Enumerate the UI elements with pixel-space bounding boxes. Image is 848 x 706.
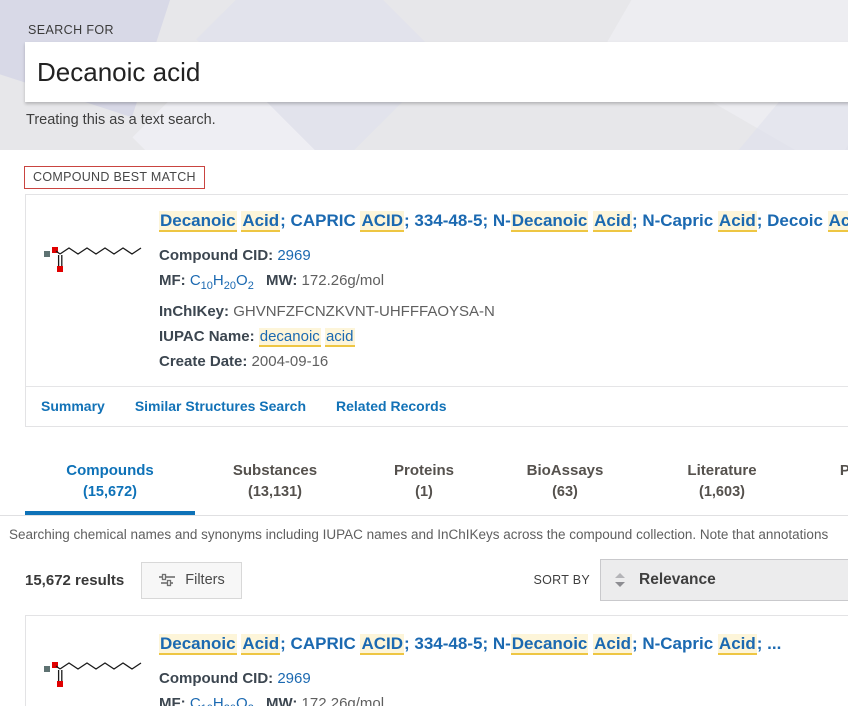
tab-literature[interactable]: Literature(1,603) <box>637 454 807 515</box>
sort-dropdown[interactable]: Relevance <box>600 559 848 601</box>
mw-value: 172.26g/mol <box>302 272 385 289</box>
inchikey-value: GHVNFZFCNZKVNT-UHFFFAOYSA-N <box>233 303 495 320</box>
mw-label: MW: <box>266 695 297 706</box>
best-match-actions: Summary Similar Structures Search Related … <box>26 386 848 426</box>
iupac-name-link[interactable]: decanoic acid <box>259 328 355 347</box>
mf-label: MF: <box>159 695 186 706</box>
structure-column <box>26 616 159 706</box>
tab-substances[interactable]: Substances(13,131) <box>195 454 355 515</box>
result-title-link[interactable]: Decanoic Acid; CAPRIC ACID; 334-48-5; N-… <box>159 631 848 657</box>
best-match-card: Decanoic Acid; CAPRIC ACID; 334-48-5; N-… <box>25 194 848 427</box>
create-date-row: Create Date: 2004-09-16 <box>159 349 848 374</box>
search-for-label: SEARCH FOR <box>28 23 114 37</box>
filter-icon <box>158 573 176 587</box>
tab-proteins[interactable]: Proteins(1) <box>355 454 493 515</box>
tab-count: (1) <box>355 482 493 503</box>
result-card: Decanoic Acid; CAPRIC ACID; 334-48-5; N-… <box>25 615 848 706</box>
tab-compounds[interactable]: Compounds(15,672) <box>25 454 195 515</box>
inchikey-label: InChIKey: <box>159 303 229 320</box>
search-scope-note: Searching chemical names and synonyms in… <box>0 527 848 542</box>
compound-best-match-label: COMPOUND BEST MATCH <box>24 166 205 189</box>
filters-button[interactable]: Filters <box>141 562 241 599</box>
molecule-structure-image <box>43 239 143 275</box>
text-search-note: Treating this as a text search. <box>26 112 216 128</box>
structure-column <box>26 195 159 374</box>
compound-cid-row: Compound CID: 2969 <box>159 666 848 691</box>
summary-link[interactable]: Summary <box>41 398 105 414</box>
mf-mw-row: MF: C10H20O2 MW: 172.26g/mol <box>159 268 848 299</box>
mw-value: 172.26g/mol <box>302 695 385 706</box>
results-count: 15,672 results <box>25 572 124 589</box>
filters-label: Filters <box>185 572 224 588</box>
related-records-link[interactable]: Related Records <box>336 398 446 414</box>
mw-label: MW: <box>266 272 297 289</box>
similar-structures-search-link[interactable]: Similar Structures Search <box>135 398 306 414</box>
create-date-label: Create Date: <box>159 353 247 370</box>
tab-label: Literature <box>637 460 807 482</box>
tab-patents[interactable]: Patents <box>807 454 848 515</box>
tab-label: Substances <box>195 460 355 482</box>
mf-mw-row: MF: C10H20O2 MW: 172.26g/mol <box>159 691 848 706</box>
molecular-formula-link[interactable]: C10H20O2 <box>190 272 254 289</box>
search-header: SEARCH FOR Treating this as a text searc… <box>0 0 848 150</box>
sort-arrows-icon <box>613 572 627 588</box>
tab-label: Proteins <box>355 460 493 482</box>
compound-cid-row: Compound CID: 2969 <box>159 243 848 268</box>
molecule-structure-image <box>43 654 143 690</box>
search-input[interactable] <box>25 42 848 102</box>
tab-count: (15,672) <box>25 482 195 503</box>
results-tabs: Compounds(15,672)Substances(13,131)Prote… <box>0 454 848 516</box>
tab-label: Compounds <box>25 460 195 482</box>
inchikey-row: InChIKey: GHVNFZFCNZKVNT-UHFFFAOYSA-N <box>159 299 848 324</box>
result-title-link[interactable]: Decanoic Acid; CAPRIC ACID; 334-48-5; N-… <box>159 208 848 234</box>
cid-label: Compound CID: <box>159 247 273 264</box>
molecular-formula-link[interactable]: C10H20O2 <box>190 695 254 706</box>
results-bar: 15,672 results Filters SORT BY Relevance <box>0 559 848 601</box>
tab-count: (63) <box>493 482 637 503</box>
create-date-value: 2004-09-16 <box>252 353 329 370</box>
tab-bioassays[interactable]: BioAssays(63) <box>493 454 637 515</box>
tab-count: (13,131) <box>195 482 355 503</box>
tab-count: (1,603) <box>637 482 807 503</box>
cid-value-link[interactable]: 2969 <box>277 670 310 687</box>
tab-label: BioAssays <box>493 460 637 482</box>
iupac-label: IUPAC Name: <box>159 328 255 345</box>
cid-value-link[interactable]: 2969 <box>277 247 310 264</box>
sort-by-label: SORT BY <box>533 573 590 587</box>
tab-label: Patents <box>807 460 848 482</box>
mf-label: MF: <box>159 272 186 289</box>
iupac-row: IUPAC Name: decanoic acid <box>159 324 848 349</box>
sort-selected-value: Relevance <box>639 571 716 589</box>
cid-label: Compound CID: <box>159 670 273 687</box>
search-box <box>25 42 848 102</box>
